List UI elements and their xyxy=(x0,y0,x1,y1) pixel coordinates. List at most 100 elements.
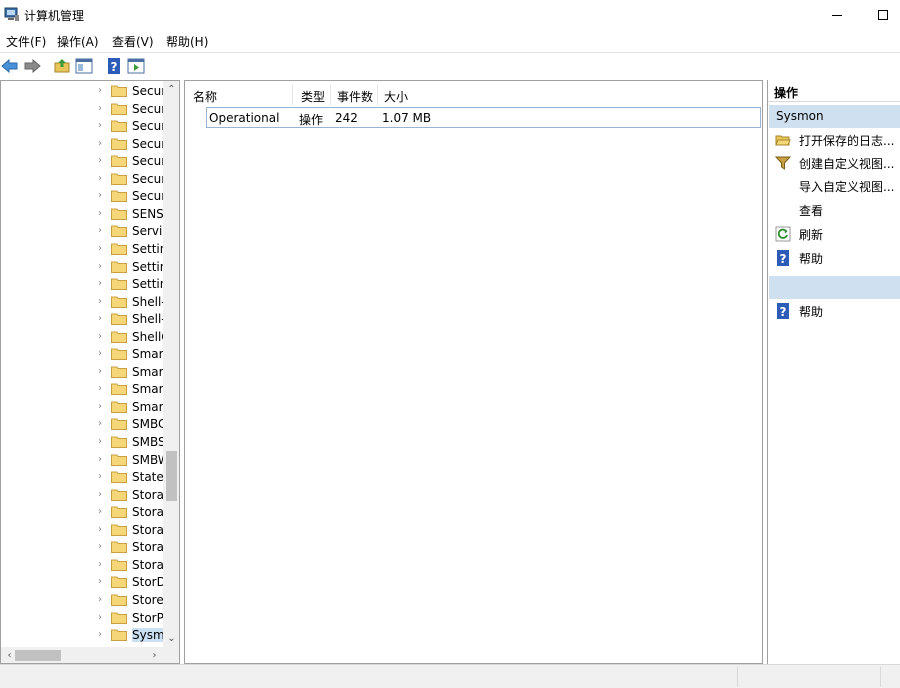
expand-chevron-icon[interactable]: › xyxy=(98,296,102,307)
tree-vertical-scroll-thumb[interactable] xyxy=(166,451,177,501)
tree-item[interactable]: › Secur xyxy=(1,171,163,189)
tree-item[interactable]: › SMBS xyxy=(1,434,163,452)
expand-chevron-icon[interactable]: › xyxy=(98,524,102,535)
actions-section-sysmon[interactable]: Sysmon xyxy=(769,105,900,128)
actions-section-selected[interactable] xyxy=(769,276,900,299)
tree-item[interactable]: › Secur xyxy=(1,118,163,136)
menu-help[interactable]: 帮助(H) xyxy=(166,33,208,50)
action-help[interactable]: ? 帮助 xyxy=(768,247,900,269)
tree-item[interactable]: › ShellC xyxy=(1,329,163,347)
expand-chevron-icon[interactable]: › xyxy=(98,559,102,570)
tree-item[interactable]: › Storag xyxy=(1,504,163,522)
expand-chevron-icon[interactable]: › xyxy=(98,576,102,587)
tree-item[interactable]: › Shell- xyxy=(1,311,163,329)
expand-chevron-icon[interactable]: › xyxy=(98,278,102,289)
tree-vertical-scrollbar[interactable]: ⌃ ⌄ xyxy=(163,81,179,647)
tree-item[interactable]: › Secur xyxy=(1,188,163,206)
expand-chevron-icon[interactable]: › xyxy=(98,85,102,96)
expand-chevron-icon[interactable]: › xyxy=(98,489,102,500)
log-list[interactable]: 名称 类型 事件数 大小 Operational 操作 242 1.07 MB xyxy=(184,80,763,664)
action-refresh[interactable]: 刷新 xyxy=(768,223,900,245)
help-button[interactable]: ? xyxy=(104,56,124,76)
expand-chevron-icon[interactable]: › xyxy=(98,155,102,166)
tree-item[interactable]: › StorPo xyxy=(1,610,163,628)
expand-chevron-icon[interactable]: › xyxy=(98,454,102,465)
action-help-selected[interactable]: ? 帮助 xyxy=(768,300,900,322)
expand-chevron-icon[interactable]: › xyxy=(98,348,102,359)
expand-chevron-icon[interactable]: › xyxy=(98,594,102,605)
expand-chevron-icon[interactable]: › xyxy=(98,471,102,482)
action-view[interactable]: 查看 xyxy=(768,199,900,221)
expand-chevron-icon[interactable]: › xyxy=(98,261,102,272)
minimize-button[interactable] xyxy=(814,0,860,30)
action-import-custom-view[interactable]: 导入自定义视图... xyxy=(768,175,900,197)
tree-item[interactable]: › Storag xyxy=(1,522,163,540)
tree-item[interactable]: › Secur xyxy=(1,101,163,119)
menu-file[interactable]: 文件(F) xyxy=(6,33,46,50)
tree-item[interactable]: › Secur xyxy=(1,136,163,154)
tree-item[interactable]: › SMBC xyxy=(1,416,163,434)
tree-item[interactable]: › Settin xyxy=(1,241,163,259)
expand-chevron-icon[interactable]: › xyxy=(98,313,102,324)
back-button[interactable] xyxy=(0,56,20,76)
console-tree[interactable]: › Secur › Secur › Secur › Secur › Secur › Secur › Sec… xyxy=(0,80,180,664)
tree-item[interactable]: › Settin xyxy=(1,259,163,277)
tree-item-label: SENS xyxy=(132,206,163,221)
tree-horizontal-scroll-thumb[interactable] xyxy=(15,650,61,661)
up-one-level-button[interactable] xyxy=(52,56,72,76)
expand-chevron-icon[interactable]: › xyxy=(98,383,102,394)
show-hide-action-pane-button[interactable] xyxy=(126,56,146,76)
tree-item[interactable]: › StateF xyxy=(1,469,163,487)
tree-item[interactable]: › Smart xyxy=(1,346,163,364)
expand-chevron-icon[interactable]: › xyxy=(98,541,102,552)
column-header-size[interactable]: 大小 xyxy=(378,85,478,105)
expand-chevron-icon[interactable]: › xyxy=(98,418,102,429)
table-row[interactable]: Operational 操作 242 1.07 MB xyxy=(206,107,761,128)
expand-chevron-icon[interactable]: › xyxy=(98,366,102,377)
scroll-down-icon[interactable]: ⌄ xyxy=(163,630,179,647)
expand-chevron-icon[interactable]: › xyxy=(98,331,102,342)
expand-chevron-icon[interactable]: › xyxy=(98,436,102,447)
expand-chevron-icon[interactable]: › xyxy=(98,243,102,254)
tree-item[interactable]: › Servic xyxy=(1,223,163,241)
menu-action[interactable]: 操作(A) xyxy=(57,33,99,50)
expand-chevron-icon[interactable]: › xyxy=(98,629,102,640)
column-header-count[interactable]: 事件数 xyxy=(331,85,378,105)
tree-item[interactable]: › Smart xyxy=(1,381,163,399)
expand-chevron-icon[interactable]: › xyxy=(98,120,102,131)
menu-view[interactable]: 查看(V) xyxy=(112,33,154,50)
expand-chevron-icon[interactable]: › xyxy=(98,173,102,184)
action-create-custom-view[interactable]: 创建自定义视图... xyxy=(768,152,900,174)
maximize-button[interactable] xyxy=(860,0,900,30)
expand-chevron-icon[interactable]: › xyxy=(98,506,102,517)
tree-item[interactable]: › Smart xyxy=(1,364,163,382)
expand-chevron-icon[interactable]: › xyxy=(98,225,102,236)
expand-chevron-icon[interactable]: › xyxy=(98,612,102,623)
tree-item[interactable]: › Storag xyxy=(1,557,163,575)
expand-chevron-icon[interactable]: › xyxy=(98,138,102,149)
tree-item[interactable]: › Storag xyxy=(1,539,163,557)
scroll-right-icon[interactable]: › xyxy=(146,647,163,663)
tree-item[interactable]: › Secur xyxy=(1,83,163,101)
tree-item[interactable]: › Smart xyxy=(1,399,163,417)
tree-horizontal-scrollbar[interactable]: ‹ › xyxy=(1,647,179,663)
tree-item[interactable]: › Sysmo xyxy=(1,627,163,645)
tree-item[interactable]: › StorD xyxy=(1,574,163,592)
expand-chevron-icon[interactable]: › xyxy=(98,190,102,201)
tree-item[interactable]: › Store xyxy=(1,592,163,610)
column-header-name[interactable]: 名称 xyxy=(187,85,293,105)
expand-chevron-icon[interactable]: › xyxy=(98,401,102,412)
show-hide-console-tree-button[interactable] xyxy=(74,56,94,76)
forward-button[interactable] xyxy=(22,56,42,76)
tree-item[interactable]: › SENS xyxy=(1,206,163,224)
tree-item[interactable]: › Secur xyxy=(1,153,163,171)
expand-chevron-icon[interactable]: › xyxy=(98,103,102,114)
tree-item[interactable]: › Settin xyxy=(1,276,163,294)
scroll-up-icon[interactable]: ⌃ xyxy=(163,81,179,98)
tree-item[interactable]: › Shell- xyxy=(1,294,163,312)
tree-item[interactable]: › Storag xyxy=(1,487,163,505)
tree-item[interactable]: › SMBW xyxy=(1,452,163,470)
action-open-saved-log[interactable]: 打开保存的日志... xyxy=(768,129,900,151)
column-header-type[interactable]: 类型 xyxy=(295,85,331,105)
expand-chevron-icon[interactable]: › xyxy=(98,208,102,219)
